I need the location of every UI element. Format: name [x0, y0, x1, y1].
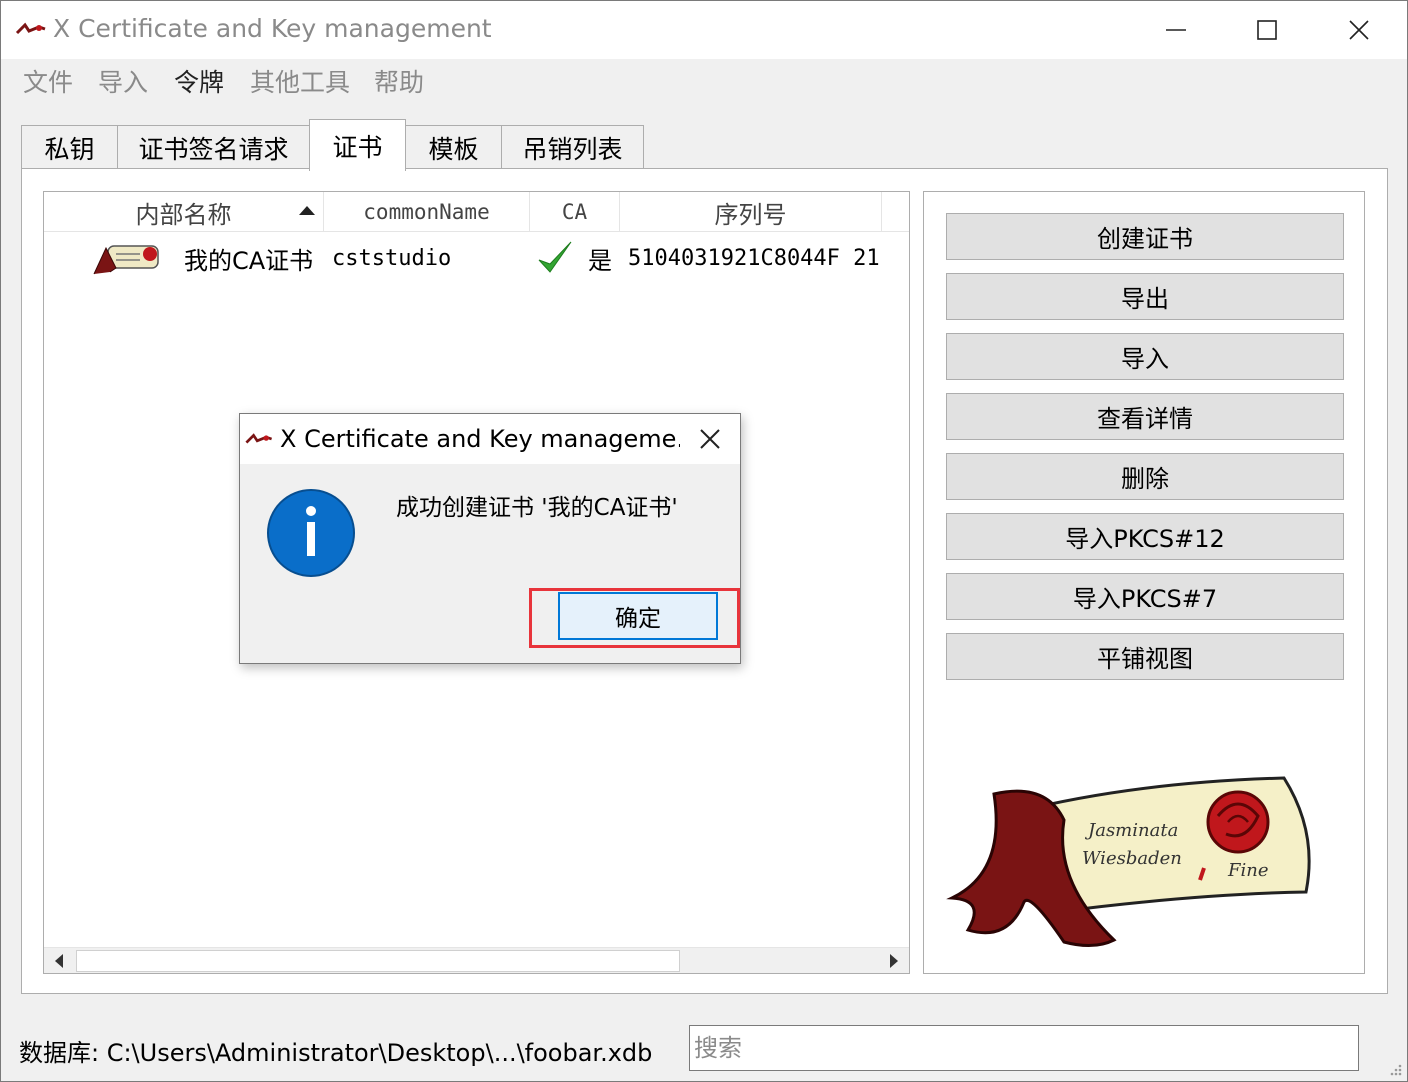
create-certificate-button[interactable]: 创建证书 — [946, 213, 1344, 260]
ca-check-svg — [538, 241, 572, 273]
menu-help[interactable]: 帮助 — [374, 63, 424, 99]
menu-import[interactable]: 导入 — [98, 63, 148, 99]
tab-templates[interactable]: 模板 — [405, 125, 502, 169]
import-pkcs12-button[interactable]: 导入PKCS#12 — [946, 513, 1344, 560]
logo-script-line1: Jasminata — [1084, 820, 1178, 841]
flat-view-button[interactable]: 平铺视图 — [946, 633, 1344, 680]
certificate-scroll-icon — [90, 236, 166, 280]
close-icon — [700, 429, 720, 449]
list-header: 内部名称 commonName CA 序列号 — [44, 192, 909, 232]
search-field[interactable] — [689, 1025, 1359, 1071]
menu-file[interactable]: 文件 — [23, 63, 73, 99]
column-header-internal-name[interactable]: 内部名称 — [44, 192, 324, 232]
minimize-icon — [1166, 29, 1186, 31]
app-scroll-icon — [15, 22, 46, 35]
import-pkcs7-button[interactable]: 导入PKCS#7 — [946, 573, 1344, 620]
logo-script-line3: Fine — [1227, 860, 1269, 881]
column-header-ca[interactable]: CA — [530, 192, 620, 232]
dialog-close-button[interactable] — [682, 414, 738, 464]
scroll-left-icon — [55, 954, 63, 968]
minimize-button[interactable] — [1131, 1, 1221, 59]
resize-grip-icon[interactable] — [1387, 1061, 1403, 1077]
column-header-common-name[interactable]: commonName — [324, 192, 530, 232]
info-icon — [267, 489, 355, 577]
delete-button[interactable]: 删除 — [946, 453, 1344, 500]
dialog-title-bar[interactable]: X Certificate and Key manageme... — [240, 414, 740, 464]
view-details-button[interactable]: 查看详情 — [946, 393, 1344, 440]
dialog-title: X Certificate and Key manageme... — [280, 425, 680, 453]
column-header-label: 内部名称 — [135, 200, 232, 229]
tab-csr[interactable]: 证书签名请求 — [117, 125, 310, 169]
close-icon — [1349, 20, 1369, 40]
menu-bar: 文件 导入 令牌 其他工具 帮助 — [1, 59, 1407, 99]
cell-ca: 是 — [588, 246, 612, 275]
scroll-right-button[interactable] — [879, 948, 909, 973]
database-path: 数据库: C:\Users\Administrator\Desktop\...\… — [19, 1039, 653, 1067]
sort-ascending-icon — [299, 206, 315, 215]
column-header-serial[interactable]: 序列号 — [620, 192, 882, 232]
scroll-left-button[interactable] — [44, 948, 74, 973]
horizontal-scrollbar[interactable] — [44, 947, 909, 973]
close-button[interactable] — [1314, 1, 1404, 59]
scroll-right-icon — [890, 954, 898, 968]
maximize-icon — [1257, 20, 1277, 40]
cell-internal-name: 我的CA证书 — [184, 246, 314, 275]
certificate-scroll-logo: Jasminata Wiesbaden Fine — [946, 776, 1311, 947]
cert-row-icon — [93, 245, 159, 275]
import-button[interactable]: 导入 — [946, 333, 1344, 380]
menu-token[interactable]: 令牌 — [174, 63, 224, 99]
search-input[interactable] — [694, 1030, 1354, 1066]
tab-private-keys[interactable]: 私钥 — [21, 125, 118, 169]
app-scroll-icon — [245, 433, 273, 444]
maximize-button[interactable] — [1222, 1, 1312, 59]
logo-script-line2: Wiesbaden — [1082, 848, 1182, 869]
tab-crl[interactable]: 吊销列表 — [501, 125, 644, 169]
menu-other-tools[interactable]: 其他工具 — [250, 63, 350, 99]
info-dialog: X Certificate and Key manageme... 成功创建证书… — [239, 413, 741, 664]
wax-seal — [1206, 790, 1270, 854]
cell-serial: 5104031921C8044F 21 — [628, 245, 880, 271]
table-row[interactable]: 我的CA证书 cststudio 是 5104031921C8044F 21 — [44, 236, 909, 280]
ok-button[interactable]: 确定 — [558, 592, 718, 640]
action-panel: 创建证书 导出 导入 查看详情 删除 导入PKCS#12 导入PKCS#7 平铺… — [923, 191, 1365, 974]
window-title: X Certificate and Key management — [53, 14, 492, 43]
cell-common-name: cststudio — [332, 245, 452, 271]
scrollbar-thumb[interactable] — [76, 950, 680, 972]
main-window: X Certificate and Key management 文件 导入 令… — [0, 0, 1408, 1082]
title-bar[interactable]: X Certificate and Key management — [1, 1, 1407, 59]
tab-certificates[interactable]: 证书 — [309, 119, 406, 171]
export-button[interactable]: 导出 — [946, 273, 1344, 320]
dialog-message: 成功创建证书 '我的CA证书' — [396, 495, 678, 521]
checkmark-icon — [536, 236, 576, 280]
